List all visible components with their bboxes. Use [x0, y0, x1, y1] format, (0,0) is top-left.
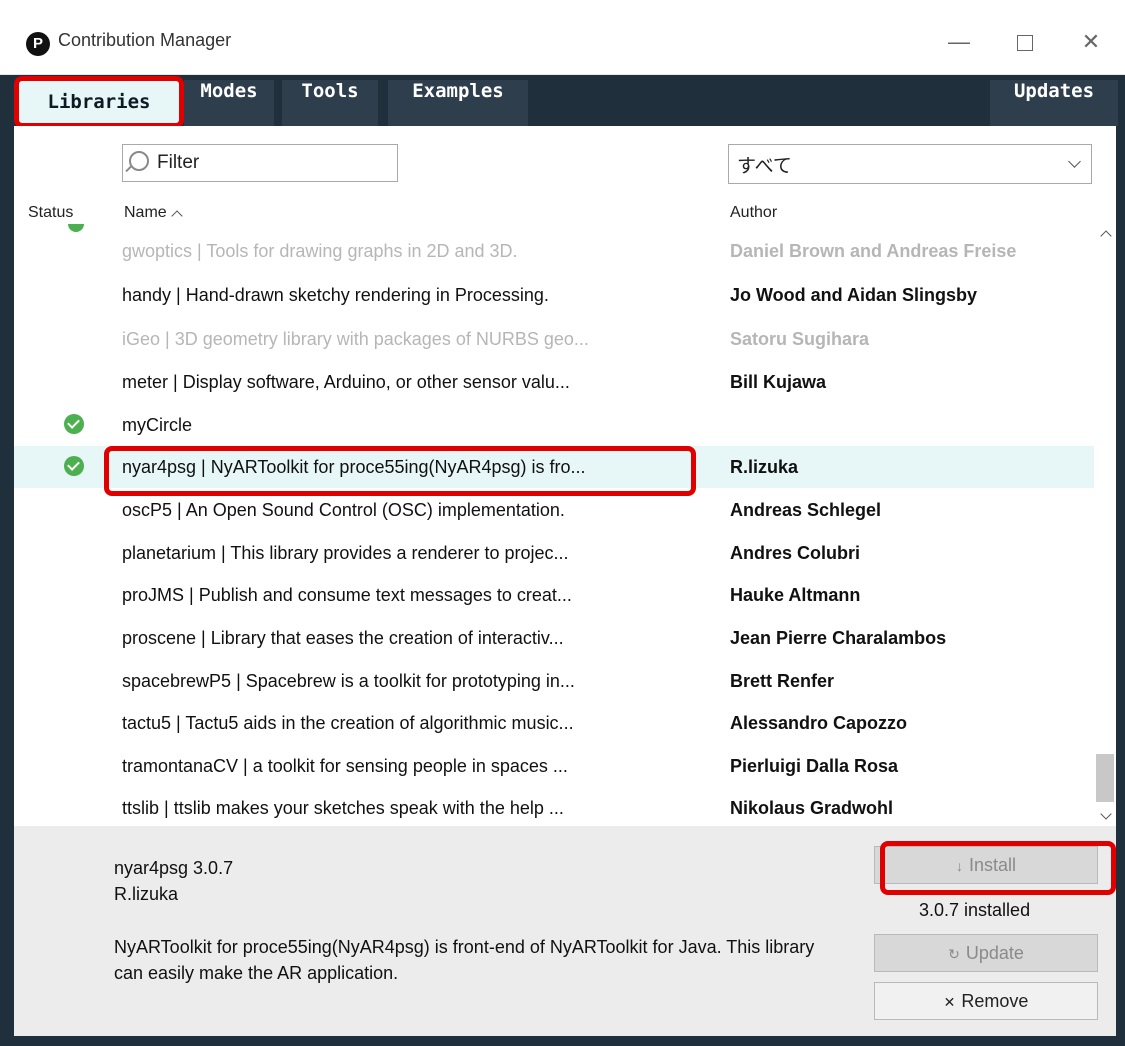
- library-author: Pierluigi Dalla Rosa: [730, 756, 899, 776]
- scroll-thumb[interactable]: [1096, 754, 1114, 802]
- table-row[interactable]: handy | Hand-drawn sketchy rendering in …: [14, 274, 1094, 316]
- library-name: gwoptics | Tools for drawing graphs in 2…: [122, 241, 518, 261]
- library-author: Alessandro Capozzo: [730, 713, 908, 733]
- library-name: tactu5 | Tactu5 aids in the creation of …: [122, 713, 574, 733]
- installed-check-icon: [64, 414, 84, 434]
- library-name: spacebrewP5 | Spacebrew is a toolkit for…: [122, 671, 575, 691]
- list-scrollbar[interactable]: [1094, 224, 1116, 826]
- library-list-panel: Filter すべて Status Name Author gwoptics |…: [14, 126, 1116, 826]
- window-title: Contribution Manager: [58, 30, 232, 50]
- library-name: planetarium | This library provides a re…: [122, 543, 569, 563]
- library-name: meter | Display software, Arduino, or ot…: [122, 372, 570, 392]
- installed-check-icon: [64, 456, 84, 476]
- library-author: Andreas Schlegel: [730, 500, 882, 520]
- library-name: oscP5 | An Open Sound Control (OSC) impl…: [122, 500, 565, 520]
- table-row[interactable]: meter | Display software, Arduino, or ot…: [14, 361, 1094, 403]
- column-header-author[interactable]: Author: [730, 204, 777, 222]
- table-row[interactable]: tramontanaCV | a toolkit for sensing peo…: [14, 745, 1094, 787]
- x-icon: ✕: [943, 994, 956, 1010]
- table-row[interactable]: myCircle: [14, 404, 1094, 446]
- title-bar: P Contribution Manager — ✕: [0, 0, 1125, 75]
- library-detail-panel: nyar4psg 3.0.7 R.lizuka NyARToolkit for …: [14, 826, 1116, 1036]
- maximize-icon: [1017, 35, 1033, 52]
- column-header-name[interactable]: Name: [124, 204, 183, 222]
- selected-library-highlight: [104, 446, 696, 496]
- library-author: Hauke Altmann: [730, 585, 861, 605]
- search-icon: [129, 151, 149, 171]
- update-label: Update: [965, 943, 1024, 963]
- sort-ascending-icon: [171, 210, 183, 222]
- tab-examples[interactable]: Examples: [388, 80, 528, 126]
- minimize-button[interactable]: —: [936, 22, 982, 62]
- library-author: R.lizuka: [730, 457, 799, 477]
- library-name: proJMS | Publish and consume text messag…: [122, 585, 572, 605]
- table-row[interactable]: tactu5 | Tactu5 aids in the creation of …: [14, 702, 1094, 744]
- table-row[interactable]: gwoptics | Tools for drawing graphs in 2…: [14, 230, 1094, 272]
- table-row[interactable]: iGeo | 3D geometry library with packages…: [14, 318, 1094, 360]
- contribution-manager-window: P Contribution Manager — ✕ Libraries Mod…: [0, 0, 1125, 1046]
- install-button-highlight: [880, 841, 1116, 895]
- library-name: myCircle: [122, 415, 192, 435]
- remove-label: Remove: [961, 991, 1029, 1011]
- remove-button[interactable]: ✕ Remove: [874, 982, 1098, 1020]
- update-button[interactable]: ↻ Update: [874, 934, 1098, 972]
- library-author: Nikolaus Gradwohl: [730, 798, 894, 818]
- library-author: Bill Kujawa: [730, 372, 827, 392]
- library-name: ttslib | ttslib makes your sketches spea…: [122, 798, 564, 818]
- table-row[interactable]: spacebrewP5 | Spacebrew is a toolkit for…: [14, 660, 1094, 702]
- processing-app-icon: P: [26, 32, 50, 56]
- refresh-icon: ↻: [948, 946, 960, 962]
- table-row[interactable]: proscene | Library that eases the creati…: [14, 617, 1094, 659]
- table-row[interactable]: ttslib | ttslib makes your sketches spea…: [14, 787, 1094, 826]
- category-dropdown[interactable]: すべて: [728, 144, 1092, 184]
- detail-description: NyARToolkit for proce55ing(NyAR4psg) is …: [114, 937, 815, 983]
- filter-input[interactable]: Filter: [122, 144, 398, 182]
- library-list: gwoptics | Tools for drawing graphs in 2…: [14, 224, 1094, 826]
- table-row[interactable]: planetarium | This library provides a re…: [14, 532, 1094, 574]
- category-selected-value: すべて: [737, 155, 792, 177]
- column-header-name-label: Name: [124, 204, 167, 221]
- library-name: tramontanaCV | a toolkit for sensing peo…: [122, 756, 568, 776]
- library-author: Satoru Sugihara: [730, 329, 870, 349]
- tab-modes[interactable]: Modes: [184, 80, 274, 126]
- tab-libraries[interactable]: Libraries: [14, 76, 184, 128]
- library-author: Daniel Brown and Andreas Freise: [730, 241, 1017, 261]
- table-row[interactable]: proJMS | Publish and consume text messag…: [14, 574, 1094, 616]
- column-header-status[interactable]: Status: [28, 204, 73, 222]
- maximize-button[interactable]: [1002, 22, 1048, 62]
- installed-version: 3.0.7 installed: [919, 900, 1031, 920]
- close-button[interactable]: ✕: [1068, 22, 1114, 62]
- detail-author: R.lizuka: [114, 884, 179, 904]
- scroll-up-arrow-icon[interactable]: [1100, 230, 1112, 242]
- tab-tools[interactable]: Tools: [282, 80, 378, 126]
- tab-updates[interactable]: Updates: [990, 80, 1118, 126]
- chevron-down-icon: [1068, 155, 1081, 168]
- tab-bar: Libraries Modes Tools Examples Updates: [14, 76, 1125, 128]
- library-name: handy | Hand-drawn sketchy rendering in …: [122, 285, 549, 305]
- library-author: Brett Renfer: [730, 671, 835, 691]
- library-author: Jo Wood and Aidan Slingsby: [730, 285, 978, 305]
- library-author: Andres Colubri: [730, 543, 861, 563]
- filter-placeholder: Filter: [157, 152, 200, 173]
- scroll-down-arrow-icon[interactable]: [1100, 808, 1112, 820]
- library-name: iGeo | 3D geometry library with packages…: [122, 329, 589, 349]
- library-author: Jean Pierre Charalambos: [730, 628, 947, 648]
- detail-title: nyar4psg 3.0.7: [114, 858, 234, 878]
- library-name: proscene | Library that eases the creati…: [122, 628, 564, 648]
